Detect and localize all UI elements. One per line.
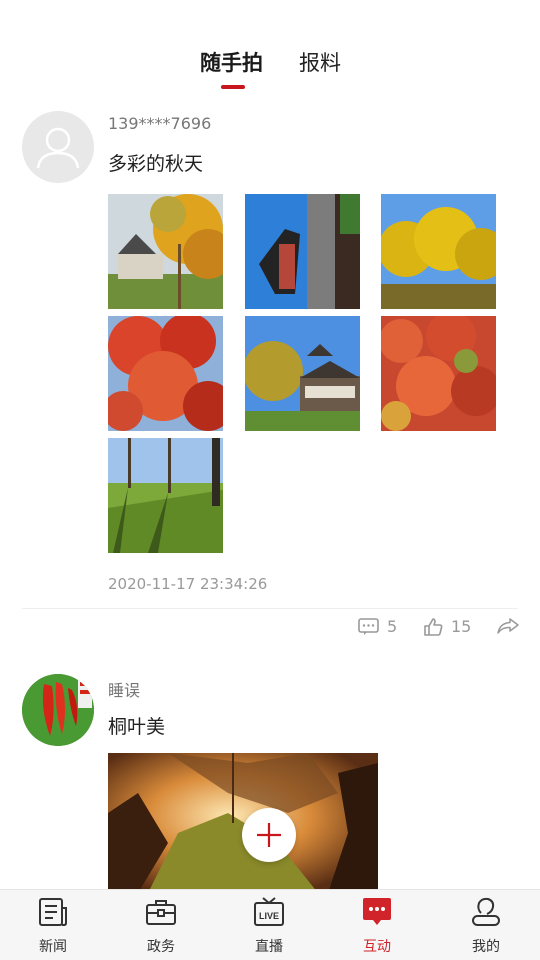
share-button[interactable]: [497, 617, 519, 635]
pepper-avatar-image: [22, 674, 94, 746]
post-photo[interactable]: [108, 753, 378, 893]
share-icon: [497, 618, 519, 634]
avatar[interactable]: [22, 111, 94, 183]
add-post-button[interactable]: [242, 808, 296, 862]
post-photo[interactable]: [108, 194, 223, 309]
profile-icon: [472, 897, 500, 926]
post-photo[interactable]: [245, 316, 360, 431]
briefcase-icon: [146, 900, 176, 925]
comment-button[interactable]: 5: [358, 617, 397, 636]
nav-item-live[interactable]: LIVE 直播: [229, 890, 309, 960]
photo-sycamore-leaf: [108, 753, 378, 893]
nav-label: 我的: [472, 939, 500, 955]
divider: [22, 608, 518, 609]
comment-icon: [358, 617, 379, 635]
nav-item-news[interactable]: 新闻: [13, 890, 93, 960]
thumbs-up-icon: [424, 617, 443, 636]
post-photo[interactable]: [381, 316, 496, 431]
nav-item-government[interactable]: 政务: [121, 890, 201, 960]
comment-count: 5: [387, 617, 398, 636]
bottom-nav: 新闻 政务 LIVE 直播 互动 我的: [0, 889, 540, 960]
photo-ginkgo-trees: [381, 194, 496, 309]
post-timestamp: 2020-11-17 23:34:26: [108, 575, 268, 593]
tab-indicator: [221, 85, 245, 89]
post-photo[interactable]: [245, 194, 360, 309]
avatar[interactable]: [22, 674, 94, 746]
live-badge-text: LIVE: [259, 911, 279, 921]
post-text: 多彩的秋天: [108, 153, 204, 175]
photo-smoketree-leaves: [381, 316, 496, 431]
tab-snapshot[interactable]: 随手拍: [200, 47, 263, 77]
post-username[interactable]: 139****7696: [108, 114, 211, 133]
post-text: 桐叶美: [108, 716, 166, 738]
newspaper-icon: [39, 898, 67, 926]
photo-red-leaves: [108, 316, 223, 431]
default-avatar-icon: [36, 127, 80, 169]
chat-bubble-icon: [363, 898, 391, 925]
post-photo[interactable]: [108, 316, 223, 431]
photo-garden-pavilion: [245, 316, 360, 431]
photo-pavilion-autumn: [108, 194, 223, 309]
live-tv-icon: LIVE: [254, 897, 284, 926]
photo-park-lawn: [108, 438, 223, 553]
post-actions: 5 15: [0, 617, 540, 639]
plus-icon: [257, 823, 281, 847]
like-count: 15: [451, 617, 472, 636]
nav-item-mine[interactable]: 我的: [446, 890, 526, 960]
nav-label: 政务: [147, 939, 175, 955]
nav-label: 新闻: [39, 939, 67, 955]
tab-report[interactable]: 报料: [299, 47, 341, 77]
nav-item-interaction[interactable]: 互动: [337, 890, 417, 960]
post-photo[interactable]: [381, 194, 496, 309]
post-photo[interactable]: [108, 438, 223, 553]
top-tabs: 随手拍 报料: [0, 0, 540, 100]
like-button[interactable]: 15: [424, 617, 471, 636]
nav-label: 互动: [363, 939, 391, 955]
post-username[interactable]: 睡误: [108, 677, 140, 701]
photo-temple-roof: [245, 194, 360, 309]
nav-label: 直播: [255, 939, 283, 955]
